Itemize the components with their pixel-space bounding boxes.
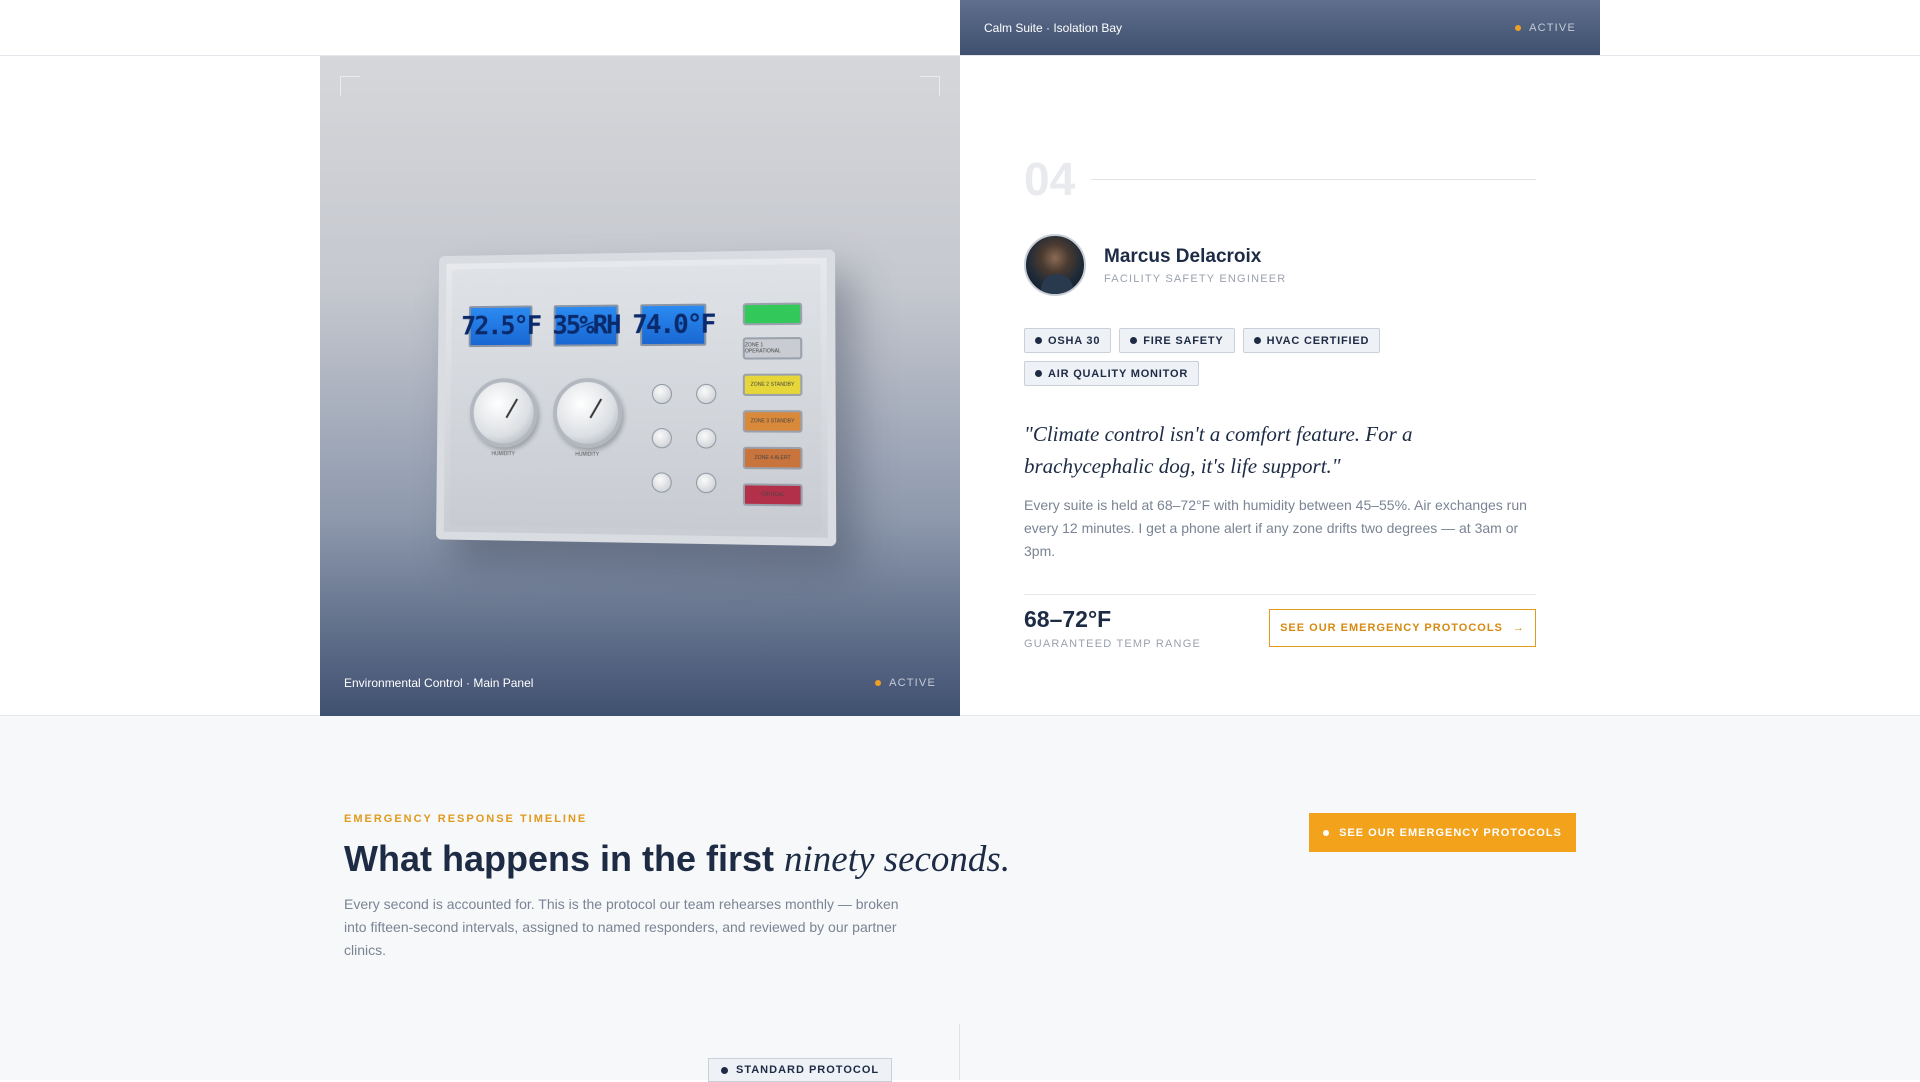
- status-dot-icon: [875, 680, 882, 686]
- section-lead: Every second is accounted for. This is t…: [344, 896, 899, 958]
- arrow-right-icon: →: [1512, 622, 1525, 634]
- tag-dot-icon: [1035, 337, 1042, 344]
- control-knob-icon: [651, 472, 672, 493]
- engineer-description: Every suite is held at 68–72°F with humi…: [1024, 497, 1527, 559]
- person-header: Marcus Delacroix FACILITY SAFETY ENGINEE…: [1024, 234, 1286, 296]
- image-status: ACTIVE: [875, 677, 936, 689]
- person-info: Marcus Delacroix FACILITY SAFETY ENGINEE…: [1104, 246, 1286, 285]
- tag-label: AIR QUALITY MONITOR: [1048, 367, 1189, 380]
- gauge-label: HUMIDITY: [575, 451, 600, 458]
- control-knob-icon: [696, 383, 717, 405]
- certification-tag: OSHA 30: [1024, 328, 1112, 353]
- headline-main: What happens in the first: [344, 838, 785, 879]
- tag-label: FIRE SAFETY: [1143, 334, 1224, 347]
- lcd-readout: 72.5°F: [461, 305, 540, 348]
- suite-status: ACTIVE: [1515, 22, 1576, 34]
- headline-italic: ninety seconds.: [784, 839, 1011, 880]
- temp-range-label: GUARANTEED TEMP RANGE: [1024, 638, 1201, 650]
- control-panel-device: 72.5°F 35%RH 74.0°F HUMIDITY HUMIDITY ZO…: [436, 249, 837, 547]
- lcd-readout: 35%RH: [552, 304, 620, 347]
- status-light-standby: ZONE 2 STANDBY: [742, 373, 803, 396]
- section-headline: What happens in the first ninety seconds…: [344, 838, 1010, 881]
- corner-bracket-icon: [340, 76, 360, 96]
- gauge-needle: [505, 398, 519, 419]
- engineer-profile: 04 Marcus Delacroix FACILITY SAFETY ENGI…: [1024, 56, 1536, 716]
- profile-number: 04: [1024, 153, 1076, 205]
- gauge-needle: [589, 398, 603, 419]
- tag-dot-icon: [1253, 337, 1261, 344]
- protocol-badge-label: STANDARD PROTOCOL: [736, 1064, 880, 1076]
- certification-tag: HVAC CERTIFIED: [1242, 328, 1381, 353]
- corner-bracket-icon: [920, 76, 940, 96]
- control-knob-icon: [696, 428, 717, 449]
- lcd-readout: 74.0°F: [632, 303, 714, 347]
- suite-image-card: Calm Suite · Isolation Bay ACTIVE: [960, 0, 1600, 55]
- humidity-gauge-icon: HUMIDITY: [469, 378, 538, 457]
- gauge-label: HUMIDITY: [491, 451, 515, 458]
- certification-tag: AIR QUALITY MONITOR: [1024, 361, 1200, 386]
- suite-status-label: ACTIVE: [1529, 21, 1576, 34]
- environmental-panel-image: 72.5°F 35%RH 74.0°F HUMIDITY HUMIDITY ZO…: [320, 56, 960, 716]
- person-role: FACILITY SAFETY ENGINEER: [1104, 272, 1287, 285]
- divider-line: [1091, 178, 1536, 180]
- button-dot-icon: [1323, 829, 1330, 836]
- control-panel-face: 72.5°F 35%RH 74.0°F HUMIDITY HUMIDITY ZO…: [449, 263, 822, 532]
- tag-label: HVAC CERTIFIED: [1266, 334, 1370, 347]
- temp-range-value: 68–72°F: [1024, 606, 1112, 632]
- suite-caption: Calm Suite · Isolation Bay: [984, 20, 1123, 35]
- image-caption: Environmental Control · Main Panel: [344, 676, 534, 690]
- section-eyebrow: EMERGENCY RESPONSE TIMELINE: [344, 813, 588, 825]
- standard-protocol-badge: STANDARD PROTOCOL: [708, 1058, 893, 1082]
- emergency-protocols-button-label: SEE OUR EMERGENCY PROTOCOLS: [1280, 622, 1503, 634]
- person-name: Marcus Delacroix: [1104, 245, 1262, 267]
- status-light-standby: ZONE 3 STANDBY: [742, 410, 803, 433]
- image-status-label: ACTIVE: [889, 677, 936, 689]
- tag-label: OSHA 30: [1048, 334, 1101, 347]
- divider: [1024, 594, 1536, 595]
- profile-number-row: 04: [1024, 152, 1536, 206]
- emergency-protocols-cta-label: SEE OUR EMERGENCY PROTOCOLS: [1339, 826, 1562, 839]
- top-strip: Calm Suite · Isolation Bay ACTIVE: [0, 0, 1920, 56]
- status-light-green: [742, 302, 803, 326]
- control-knob-icon: [651, 428, 672, 449]
- emergency-protocols-button[interactable]: SEE OUR EMERGENCY PROTOCOLS →: [1269, 609, 1536, 647]
- avatar: [1024, 234, 1086, 296]
- emergency-timeline-section: EMERGENCY RESPONSE TIMELINE What happens…: [0, 716, 1920, 1082]
- status-light-operational: ZONE 1 OPERATIONAL: [742, 337, 803, 360]
- status-light-alert: ZONE 4 ALERT: [742, 446, 803, 470]
- timeline-axis-line: [959, 1024, 960, 1080]
- control-knob-icon: [696, 472, 717, 494]
- status-light-critical: CRITICAL: [742, 483, 803, 507]
- certification-tag: FIRE SAFETY: [1119, 328, 1235, 353]
- engineer-section: 72.5°F 35%RH 74.0°F HUMIDITY HUMIDITY ZO…: [0, 56, 1920, 716]
- humidity-gauge-icon: HUMIDITY: [552, 378, 623, 458]
- engineer-quote: "Climate control isn't a comfort feature…: [1024, 422, 1413, 478]
- badge-dot-icon: [721, 1066, 728, 1074]
- tag-dot-icon: [1130, 337, 1138, 344]
- control-knob-icon: [651, 383, 672, 405]
- emergency-protocols-cta-button[interactable]: SEE OUR EMERGENCY PROTOCOLS: [1309, 813, 1576, 852]
- tag-dot-icon: [1035, 370, 1042, 377]
- status-dot-icon: [1515, 24, 1522, 31]
- certification-tags: OSHA 30 FIRE SAFETY HVAC CERTIFIED AIR Q…: [1024, 328, 1536, 386]
- image-caption-row: Environmental Control · Main Panel ACTIV…: [344, 676, 936, 690]
